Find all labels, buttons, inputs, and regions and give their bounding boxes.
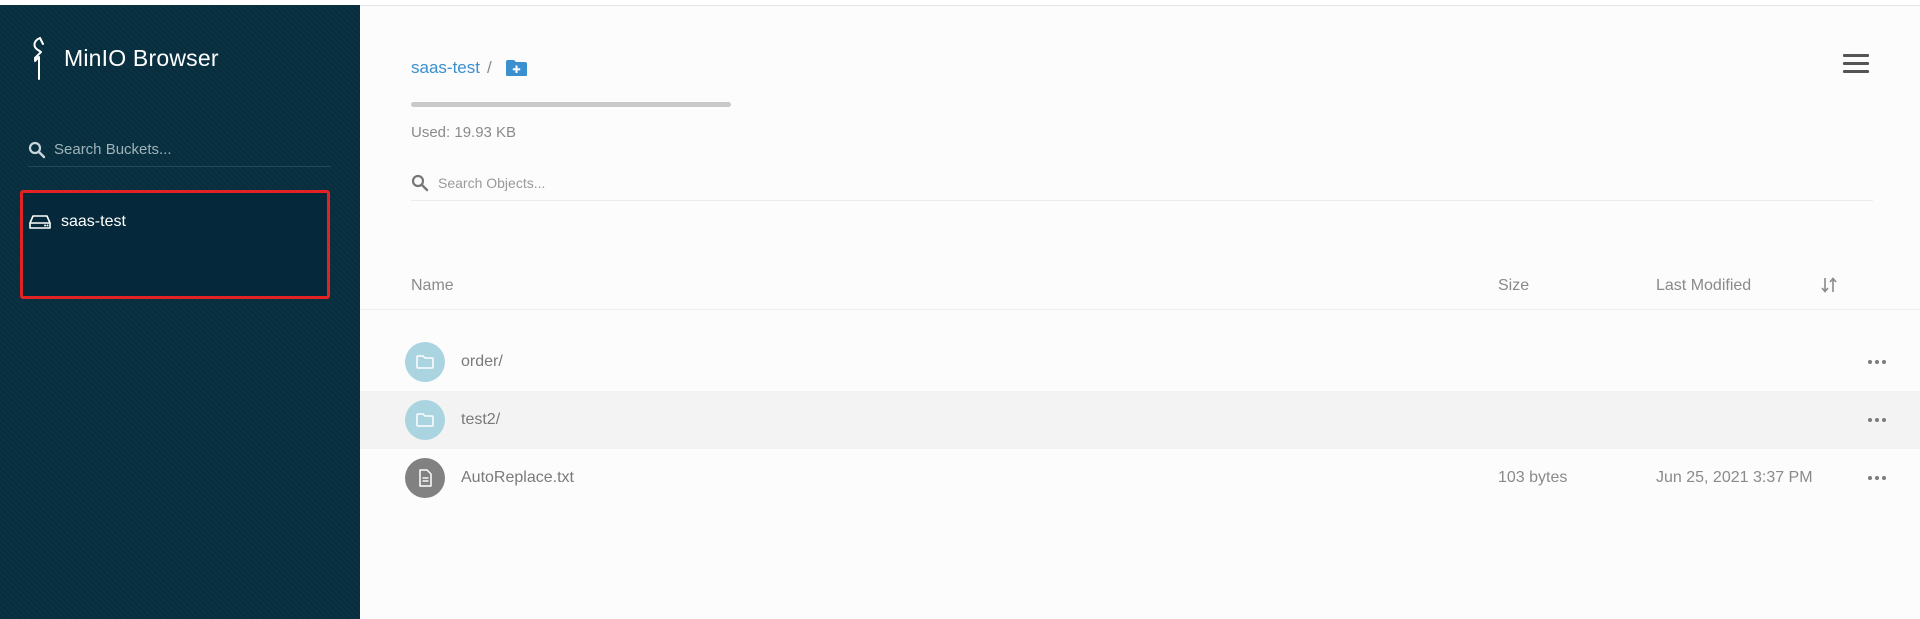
table-row[interactable]: AutoReplace.txt 103 bytes Jun 25, 2021 3…	[360, 449, 1920, 507]
column-header-size[interactable]: Size	[1498, 277, 1529, 295]
dot	[1882, 418, 1886, 422]
folder-thumb	[405, 342, 445, 382]
brand: MinIO Browser	[26, 35, 219, 81]
objects-list: order/ test2/ AutoReplace.txt 103 bytes …	[360, 333, 1920, 507]
hard-drive-icon	[29, 215, 51, 229]
dot	[1868, 476, 1872, 480]
bucket-item-row: saas-test	[29, 213, 126, 231]
breadcrumb: saas-test /	[411, 58, 528, 78]
storage-usage-text: Used: 19.93 KB	[411, 124, 517, 141]
objects-table-header: Name Size Last Modified	[360, 260, 1920, 310]
bucket-search-input[interactable]	[54, 141, 314, 158]
dot	[1875, 418, 1879, 422]
table-row[interactable]: test2/	[360, 391, 1920, 449]
breadcrumb-separator: /	[486, 58, 492, 77]
add-folder-icon[interactable]	[505, 59, 528, 77]
menu-line	[1843, 62, 1869, 65]
sidebar: MinIO Browser saas-test	[0, 5, 360, 619]
minio-logo-icon	[33, 37, 44, 80]
file-thumb	[405, 458, 445, 498]
dot	[1882, 476, 1886, 480]
brand-title: MinIO Browser	[64, 44, 219, 71]
menu-line	[1843, 70, 1869, 73]
folder-icon	[416, 355, 434, 369]
object-name[interactable]: test2/	[461, 411, 500, 429]
dot	[1875, 360, 1879, 364]
object-name[interactable]: AutoReplace.txt	[461, 469, 574, 487]
more-actions-icon[interactable]	[1863, 352, 1891, 372]
main-panel: saas-test / Used: 19.93 KB Name	[360, 5, 1920, 619]
folder-thumb	[405, 400, 445, 440]
storage-usage-fill	[411, 102, 731, 107]
column-header-last-modified[interactable]: Last Modified	[1656, 277, 1751, 295]
object-last-modified: Jun 25, 2021 3:37 PM	[1656, 469, 1813, 486]
sort-icon[interactable]	[1820, 276, 1838, 294]
menu-hamburger-icon[interactable]	[1843, 54, 1869, 76]
storage-usage-bar	[411, 102, 731, 107]
dot	[1875, 476, 1879, 480]
breadcrumb-bucket-link[interactable]: saas-test	[411, 58, 480, 78]
object-search-input[interactable]	[438, 175, 938, 191]
dot	[1868, 418, 1872, 422]
search-icon	[28, 141, 46, 158]
document-icon	[419, 469, 432, 487]
menu-line	[1843, 54, 1869, 57]
dot	[1868, 360, 1872, 364]
folder-icon	[416, 413, 434, 427]
object-size: 103 bytes	[1498, 469, 1568, 486]
dot	[1882, 360, 1886, 364]
object-name[interactable]: order/	[461, 353, 503, 371]
minio-browser-app: MinIO Browser saas-test saas-	[0, 0, 1920, 619]
more-actions-icon[interactable]	[1863, 468, 1891, 488]
bucket-item-saas-test[interactable]: saas-test	[20, 190, 330, 299]
column-header-name[interactable]: Name	[411, 277, 454, 295]
bucket-search	[28, 133, 331, 167]
bucket-name: saas-test	[61, 213, 126, 230]
object-search	[411, 166, 1873, 201]
more-actions-icon[interactable]	[1863, 410, 1891, 430]
table-row[interactable]: order/	[360, 333, 1920, 391]
search-icon	[411, 174, 429, 192]
